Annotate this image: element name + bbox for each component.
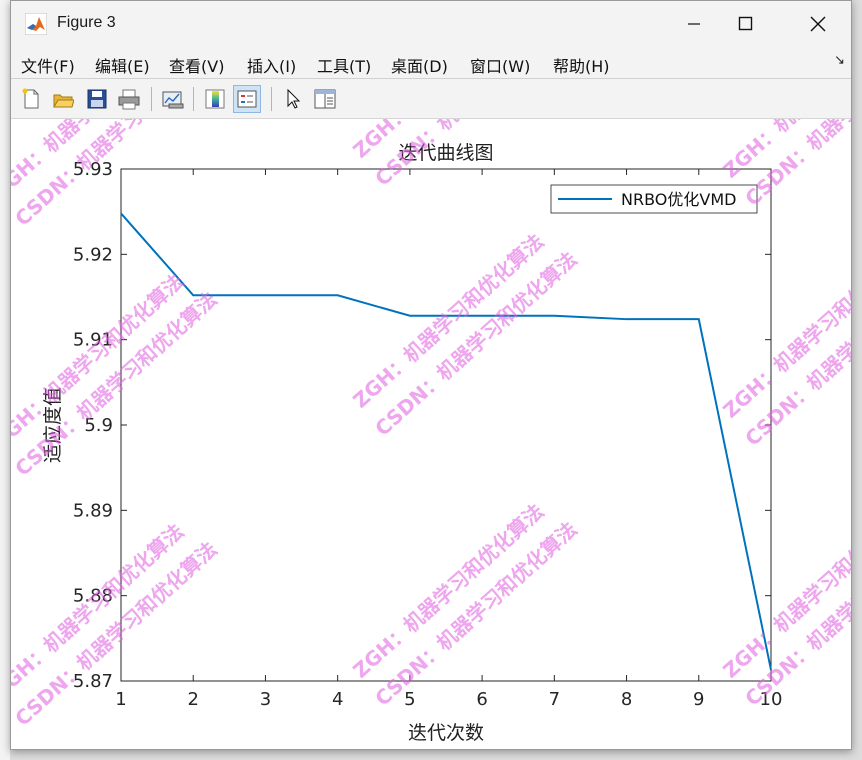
figure-toolbar: [11, 79, 851, 119]
menu-view[interactable]: 查看(V): [169, 53, 224, 77]
x-tick-label: 7: [549, 689, 560, 710]
property-inspector-icon: [314, 89, 336, 109]
x-tick-label: 9: [693, 689, 704, 710]
x-tick-label: 8: [621, 689, 632, 710]
x-tick-label: 6: [476, 689, 487, 710]
x-tick-label: 1: [115, 689, 126, 710]
save-button[interactable]: [83, 85, 111, 113]
window-title: Figure 3: [57, 14, 116, 31]
property-inspector-button[interactable]: [311, 85, 339, 113]
menu-tools[interactable]: 工具(T): [317, 53, 371, 77]
edit-plot-cursor-icon: [287, 88, 301, 109]
insert-colorbar-button[interactable]: [201, 85, 229, 113]
menu-edit[interactable]: 编辑(E): [95, 53, 150, 77]
y-tick-label: 5.92: [73, 244, 113, 265]
dock-arrow-icon[interactable]: ↘: [834, 53, 845, 68]
minimize-button[interactable]: [671, 1, 717, 47]
matlab-logo-icon: [24, 12, 48, 36]
x-tick-label: 2: [187, 689, 198, 710]
background-app: [0, 0, 10, 760]
legend-label: NRBO优化VMD: [621, 190, 736, 209]
x-axis-label: 迭代次数: [408, 722, 484, 744]
toolbar-separator: [271, 87, 272, 111]
menu-help[interactable]: 帮助(H): [553, 53, 610, 77]
x-tick-label: 3: [260, 689, 271, 710]
open-file-icon: [53, 94, 74, 108]
figure-window: Figure 3 文件(F) 编辑(E) 查看(V) 插入(I) 工具(T) 桌…: [0, 0, 862, 750]
maximize-icon: [738, 16, 753, 31]
insert-legend-button[interactable]: [233, 85, 261, 113]
insert-legend-icon: [237, 90, 257, 108]
save-icon: [87, 89, 107, 109]
legend[interactable]: NRBO优化VMD: [550, 184, 758, 214]
x-tick-label: 4: [332, 689, 343, 710]
print-button[interactable]: [115, 85, 143, 113]
open-file-button[interactable]: [49, 85, 77, 113]
new-figure-icon: [22, 88, 39, 109]
close-button[interactable]: [795, 1, 841, 47]
y-tick-label: 5.89: [73, 500, 113, 521]
menu-window[interactable]: 窗口(W): [470, 53, 530, 77]
insert-colorbar-icon: [205, 89, 225, 109]
print-icon: [118, 89, 140, 110]
toolbar-separator: [151, 87, 152, 111]
line-chart: 迭代曲线图 迭代次数 适应度值 1 2 3 4 5 6 7 8 9 105.875.885.895…: [0, 0, 862, 744]
menu-bar: 文件(F) 编辑(E) 查看(V) 插入(I) 工具(T) 桌面(D) 窗口(W…: [11, 47, 851, 79]
maximize-button[interactable]: [723, 1, 769, 47]
edit-plot-button[interactable]: [279, 85, 307, 113]
menu-file[interactable]: 文件(F): [21, 53, 75, 77]
menu-desktop[interactable]: 桌面(D): [391, 53, 448, 77]
figure-canvas[interactable]: 迭代曲线图 迭代次数 适应度值 1 2 3 4 5 6 7 8 9 10 5.87 5.88 5.89 5…: [0, 0, 862, 749]
link-plot-button[interactable]: [159, 85, 187, 113]
new-figure-button[interactable]: [17, 85, 45, 113]
title-bar[interactable]: Figure 3: [11, 1, 851, 47]
link-plot-icon: [162, 91, 184, 109]
minimize-icon: [688, 23, 700, 25]
menu-insert[interactable]: 插入(I): [247, 53, 296, 77]
close-icon: [810, 16, 826, 32]
toolbar-separator: [193, 87, 194, 111]
